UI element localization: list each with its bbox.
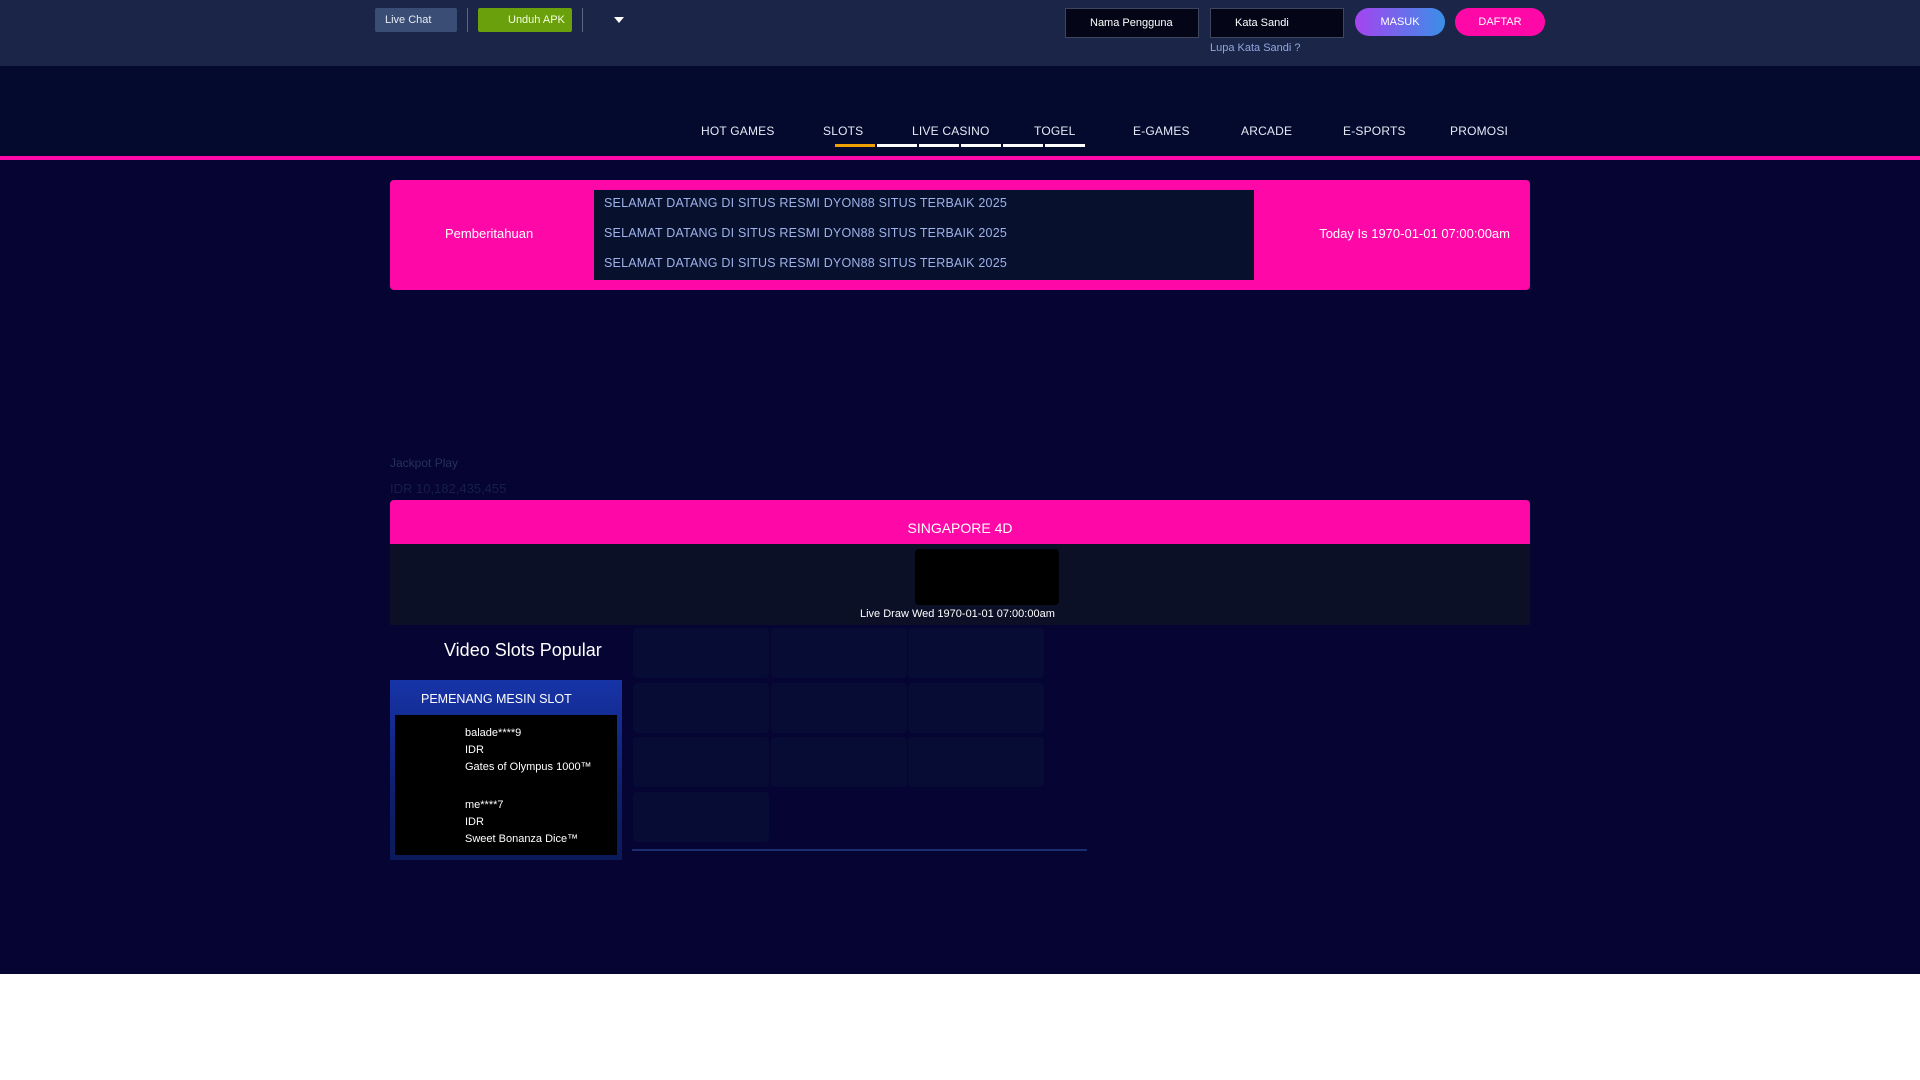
live-chat-button[interactable]: Live Chat xyxy=(375,8,457,32)
winner-currency: IDR xyxy=(465,816,484,828)
game-tile[interactable] xyxy=(771,683,907,733)
top-bar: Live Chat Unduh APK MASUK DAFTAR Lupa Ka… xyxy=(0,0,1920,66)
popular-slots-title: Video Slots Popular xyxy=(444,640,602,660)
nav-indicator-active xyxy=(835,144,875,147)
main-nav: HOT GAMES SLOTS LIVE CASINO TOGEL E-GAME… xyxy=(0,66,1920,160)
today-datetime: Today Is 1970-01-01 07:00:00am xyxy=(1319,226,1510,241)
lottery-panel: Live Draw Wed 1970-01-01 07:00:00am xyxy=(390,544,1530,625)
page: Live Chat Unduh APK MASUK DAFTAR Lupa Ka… xyxy=(0,0,1920,974)
nav-item-hot-games[interactable]: HOT GAMES xyxy=(701,124,775,138)
announcement-line: SELAMAT DATANG DI SITUS RESMI DYON88 SIT… xyxy=(604,226,1008,240)
nav-item-e-sports[interactable]: E-SPORTS xyxy=(1343,124,1406,138)
nav-indicator xyxy=(1003,144,1043,147)
jackpot-label-b: Play xyxy=(434,456,459,470)
winner-user: me****7 xyxy=(465,799,504,811)
announcement-line: SELAMAT DATANG DI SITUS RESMI DYON88 SIT… xyxy=(604,256,1008,270)
divider xyxy=(467,8,468,32)
username-input[interactable] xyxy=(1065,8,1199,38)
game-tile[interactable] xyxy=(771,628,907,678)
nav-item-slots[interactable]: SLOTS xyxy=(823,124,863,138)
game-tile[interactable] xyxy=(633,737,769,787)
game-tile[interactable] xyxy=(633,628,769,678)
login-button[interactable]: MASUK xyxy=(1355,8,1445,36)
nav-item-togel[interactable]: TOGEL xyxy=(1034,124,1075,138)
slot-winners-panel: PEMENANG MESIN SLOT balade****9 IDR Gate… xyxy=(390,680,622,860)
nav-item-promosi[interactable]: PROMOSI xyxy=(1450,124,1508,138)
lottery-draw-time: Live Draw Wed 1970-01-01 07:00:00am xyxy=(860,608,1055,620)
game-tile[interactable] xyxy=(771,737,907,787)
winner-game: Sweet Bonanza Dice™ xyxy=(465,833,579,845)
jackpot-label: Jackpot Play xyxy=(390,456,458,470)
game-tile[interactable] xyxy=(908,737,1044,787)
forgot-password-link[interactable]: Lupa Kata Sandi ? xyxy=(1210,42,1301,54)
game-tile[interactable] xyxy=(908,683,1044,733)
nav-item-arcade[interactable]: ARCADE xyxy=(1241,124,1292,138)
announcement-marquee: SELAMAT DATANG DI SITUS RESMI DYON88 SIT… xyxy=(594,190,1254,280)
divider xyxy=(632,849,1087,851)
register-button[interactable]: DAFTAR xyxy=(1455,8,1545,36)
announcement-bar: Pemberitahuan SELAMAT DATANG DI SITUS RE… xyxy=(390,180,1530,290)
announcement-label: Pemberitahuan xyxy=(445,226,534,241)
winner-user: balade****9 xyxy=(465,727,522,739)
nav-indicator xyxy=(877,144,917,147)
nav-indicator xyxy=(1045,144,1085,147)
chevron-down-icon[interactable] xyxy=(614,17,624,23)
download-apk-button[interactable]: Unduh APK xyxy=(478,8,572,32)
divider xyxy=(582,8,583,32)
winner-currency: IDR xyxy=(465,744,484,756)
nav-indicator xyxy=(961,144,1001,147)
nav-indicator xyxy=(919,144,959,147)
slot-winners-list: balade****9 IDR Gates of Olympus 1000™ m… xyxy=(395,715,617,855)
lottery-result-box xyxy=(915,549,1059,605)
game-tile[interactable] xyxy=(908,628,1044,678)
nav-item-live-casino[interactable]: LIVE CASINO xyxy=(912,124,990,138)
lottery-title: SINGAPORE 4D xyxy=(390,500,1530,544)
game-tile[interactable] xyxy=(633,683,769,733)
announcement-line: SELAMAT DATANG DI SITUS RESMI DYON88 SIT… xyxy=(604,196,1008,210)
slot-winners-title: PEMENANG MESIN SLOT xyxy=(421,692,572,706)
password-input[interactable] xyxy=(1210,8,1344,38)
jackpot-amount: IDR 10,182,435,455 xyxy=(390,481,507,496)
nav-item-e-games[interactable]: E-GAMES xyxy=(1133,124,1190,138)
jackpot-label-a: Jackpot xyxy=(390,456,432,470)
game-tile[interactable] xyxy=(633,792,769,842)
winner-game: Gates of Olympus 1000™ xyxy=(465,761,592,773)
